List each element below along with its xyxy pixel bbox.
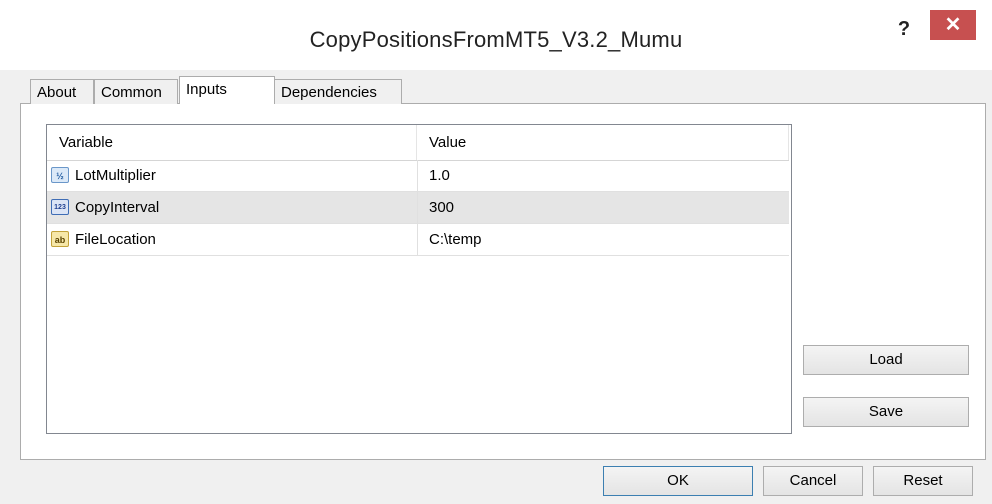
close-button[interactable]: ✕ (930, 10, 976, 40)
ok-button[interactable]: OK (603, 466, 753, 496)
help-icon[interactable]: ? (884, 14, 924, 44)
save-button[interactable]: Save (803, 397, 969, 427)
cancel-button[interactable]: Cancel (763, 466, 863, 496)
table-row[interactable]: 123 CopyInterval 300 (47, 192, 789, 224)
variable-value[interactable]: 1.0 (429, 160, 779, 191)
column-header-variable[interactable]: Variable (47, 125, 417, 160)
tab-inputs[interactable]: Inputs (179, 76, 275, 104)
column-divider (417, 192, 418, 223)
tab-common[interactable]: Common (94, 79, 178, 104)
variable-value[interactable]: C:\temp (429, 224, 779, 255)
string-type-icon: ab (51, 231, 69, 247)
variable-name: LotMultiplier (75, 167, 156, 184)
variable-value[interactable]: 300 (429, 192, 779, 223)
inputs-grid[interactable]: Variable Value ½ LotMultiplier 1.0 123 C… (46, 124, 792, 434)
load-button[interactable]: Load (803, 345, 969, 375)
grid-header: Variable Value (47, 125, 789, 161)
tab-about[interactable]: About (30, 79, 94, 104)
window-title: CopyPositionsFromMT5_V3.2_Mumu (309, 27, 683, 52)
fraction-type-icon: ½ (51, 167, 69, 183)
title-bar: CopyPositionsFromMT5_V3.2_Mumu ? ✕ (0, 0, 992, 70)
table-row[interactable]: ½ LotMultiplier 1.0 (47, 160, 789, 192)
column-header-value[interactable]: Value (417, 125, 789, 160)
tab-dependencies[interactable]: Dependencies (274, 79, 402, 104)
column-divider (417, 160, 418, 191)
reset-button[interactable]: Reset (873, 466, 973, 496)
column-divider (417, 224, 418, 255)
dialog-window: CopyPositionsFromMT5_V3.2_Mumu ? ✕ About… (0, 0, 992, 504)
variable-name: CopyInterval (75, 199, 160, 216)
close-icon: ✕ (944, 14, 962, 36)
table-row[interactable]: ab FileLocation C:\temp (47, 224, 789, 256)
variable-name: FileLocation (75, 231, 156, 248)
integer-type-icon: 123 (51, 199, 69, 215)
